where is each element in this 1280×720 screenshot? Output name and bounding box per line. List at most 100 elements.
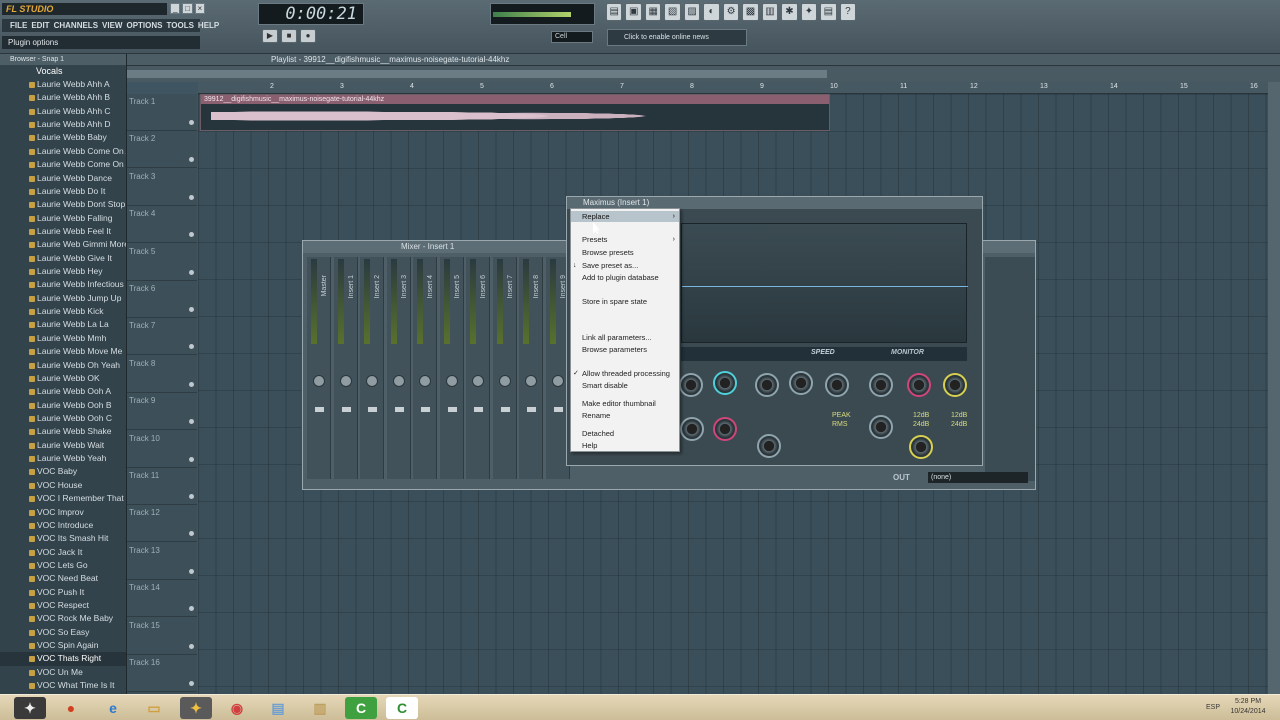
- playlist-ruler[interactable]: 2 3 4 5 6 7 8 9 10 11 12 13 14 15 16: [198, 82, 1270, 94]
- track-led-icon[interactable]: [189, 494, 194, 499]
- pan-knob-icon[interactable]: [551, 375, 564, 387]
- menu-item-presets[interactable]: Presets ›: [571, 234, 679, 245]
- knob-icon[interactable]: [869, 373, 893, 397]
- track-header[interactable]: Track 6: [127, 281, 197, 318]
- browser-item[interactable]: VOC Spin Again: [0, 639, 126, 652]
- firefox-icon[interactable]: ●: [55, 697, 87, 719]
- peak-rms-toggle[interactable]: PEAK RMS: [832, 411, 851, 429]
- pan-knob-icon[interactable]: [445, 375, 458, 387]
- browser-item[interactable]: Laurie Webb Yeah: [0, 452, 126, 465]
- news-panel[interactable]: Click to enable online news: [607, 29, 747, 46]
- mixer-strip[interactable]: Insert 4: [413, 257, 437, 479]
- toolbar-icon[interactable]: ▨: [683, 3, 701, 21]
- track-led-icon[interactable]: [189, 419, 194, 425]
- track-header[interactable]: Track 5: [127, 244, 197, 281]
- browser-item[interactable]: Laurie Webb Ooh B: [0, 399, 126, 412]
- menu-help[interactable]: HELP: [198, 21, 219, 30]
- track-header[interactable]: Track 11: [127, 468, 197, 505]
- browser-item[interactable]: Laurie Webb Ahh C: [0, 105, 126, 118]
- toolbar-icon[interactable]: ▥: [761, 3, 779, 21]
- track-header[interactable]: Track 2: [127, 131, 197, 169]
- fl-studio-taskbar-icon[interactable]: ✦: [14, 697, 46, 719]
- folder-icon[interactable]: ▭: [138, 697, 170, 719]
- mixer-strip[interactable]: Insert 5: [439, 257, 464, 479]
- browser-item[interactable]: Laurie Webb Come On A: [0, 145, 126, 158]
- menu-item-rename[interactable]: Rename: [571, 410, 679, 421]
- mixer-strip[interactable]: Insert 2: [360, 257, 384, 479]
- menu-item-link-all-parameters[interactable]: Link all parameters...: [571, 332, 679, 343]
- track-led-icon[interactable]: [189, 643, 194, 649]
- track-led-icon[interactable]: [189, 232, 194, 238]
- track-led-icon[interactable]: [189, 157, 194, 163]
- browser-item[interactable]: VOC Introduce: [0, 519, 126, 532]
- knob-icon[interactable]: [789, 371, 813, 395]
- menu-file[interactable]: FILE: [10, 21, 27, 30]
- knob-icon[interactable]: [680, 417, 704, 441]
- camtasia-recorder-icon[interactable]: C: [386, 697, 418, 719]
- stop-button[interactable]: ■: [281, 29, 297, 43]
- menu-item-store-in-spare-state[interactable]: Store in spare state: [571, 296, 679, 307]
- pan-knob-icon[interactable]: [498, 375, 511, 387]
- chrome-icon[interactable]: ◉: [221, 697, 253, 719]
- volume-fader[interactable]: [553, 407, 563, 412]
- mixer-strip[interactable]: Insert 1: [333, 257, 358, 479]
- volume-fader[interactable]: [421, 407, 430, 412]
- volume-fader[interactable]: [447, 407, 457, 412]
- knob-icon[interactable]: [943, 373, 967, 397]
- browser-item[interactable]: VOC Thats Right: [0, 652, 126, 666]
- toolbar-icon[interactable]: ▩: [742, 3, 759, 21]
- menu-item-detached[interactable]: Detached: [571, 428, 679, 439]
- track-header[interactable]: Track 4: [127, 206, 197, 244]
- menu-item-add-to-plugin-database[interactable]: Add to plugin database: [571, 272, 679, 283]
- menu-options[interactable]: OPTIONS: [126, 21, 162, 30]
- track-header[interactable]: Track 12: [127, 505, 197, 543]
- mixer-strip[interactable]: Insert 8: [519, 257, 543, 479]
- volume-fader[interactable]: [394, 407, 404, 412]
- menu-tools[interactable]: TOOLS: [167, 21, 194, 30]
- browser-item[interactable]: Laurie Webb Oh Yeah: [0, 359, 126, 372]
- browser-item[interactable]: Laurie Webb La La: [0, 318, 126, 331]
- track-header[interactable]: Track 7: [127, 318, 197, 356]
- play-button[interactable]: ▶: [262, 29, 278, 43]
- knob-icon[interactable]: [757, 434, 781, 458]
- mixer-strip[interactable]: Insert 7: [492, 257, 517, 479]
- browser-item[interactable]: VOC Baby: [0, 465, 126, 478]
- explorer-icon[interactable]: ▤: [262, 697, 294, 719]
- language-indicator[interactable]: ESP: [1206, 704, 1220, 711]
- mixer-strip[interactable]: Insert 6: [466, 257, 490, 479]
- volume-fader[interactable]: [474, 407, 483, 412]
- browser-item[interactable]: VOC Respect: [0, 599, 126, 612]
- toolbar-icon[interactable]: ▣: [625, 3, 642, 21]
- slope-selector-b[interactable]: 12dB 24dB: [951, 411, 967, 429]
- toolbar-icon[interactable]: ▤: [820, 3, 837, 21]
- browser-item[interactable]: VOC Improv: [0, 506, 126, 519]
- track-led-icon[interactable]: [189, 531, 194, 537]
- track-header[interactable]: Track 1: [127, 94, 197, 131]
- browser-item[interactable]: Laurie Webb Wait: [0, 439, 126, 452]
- volume-fader[interactable]: [500, 407, 510, 412]
- track-header[interactable]: Track 10: [127, 431, 197, 468]
- track-led-icon[interactable]: [189, 120, 194, 125]
- track-header[interactable]: Track 13: [127, 543, 197, 580]
- knob-icon[interactable]: [713, 417, 737, 441]
- browser-item[interactable]: VOC Un Me: [0, 666, 126, 679]
- browser-folder-vocals[interactable]: Vocals: [0, 65, 126, 78]
- mixer-strip[interactable]: Master: [307, 257, 331, 479]
- track-led-icon[interactable]: [189, 194, 194, 200]
- browser-item[interactable]: Laurie Webb Dont Stop: [0, 198, 126, 211]
- track-led-icon[interactable]: [189, 269, 194, 275]
- browser-item[interactable]: Laurie Web Gimmi More: [0, 238, 126, 251]
- track-led-icon[interactable]: [189, 606, 194, 612]
- menu-item-browse-presets[interactable]: Browse presets: [571, 247, 679, 258]
- browser-item[interactable]: Laurie Webb Infectious: [0, 278, 126, 291]
- menu-channels[interactable]: CHANNELS: [54, 21, 98, 30]
- menu-item-allow-threaded-processing[interactable]: Allow threaded processing ✓: [571, 368, 679, 379]
- track-led-icon[interactable]: [189, 381, 194, 387]
- record-button[interactable]: ●: [300, 29, 316, 43]
- browser-item[interactable]: Laurie Webb Dance: [0, 172, 126, 185]
- track-header[interactable]: Track 14: [127, 580, 197, 618]
- browser-item[interactable]: Laurie Webb Ahh B: [0, 91, 126, 104]
- browser-item[interactable]: VOC Jack It: [0, 546, 126, 559]
- browser-item[interactable]: Laurie Webb Shake: [0, 425, 126, 438]
- browser-item[interactable]: VOC House: [0, 479, 126, 492]
